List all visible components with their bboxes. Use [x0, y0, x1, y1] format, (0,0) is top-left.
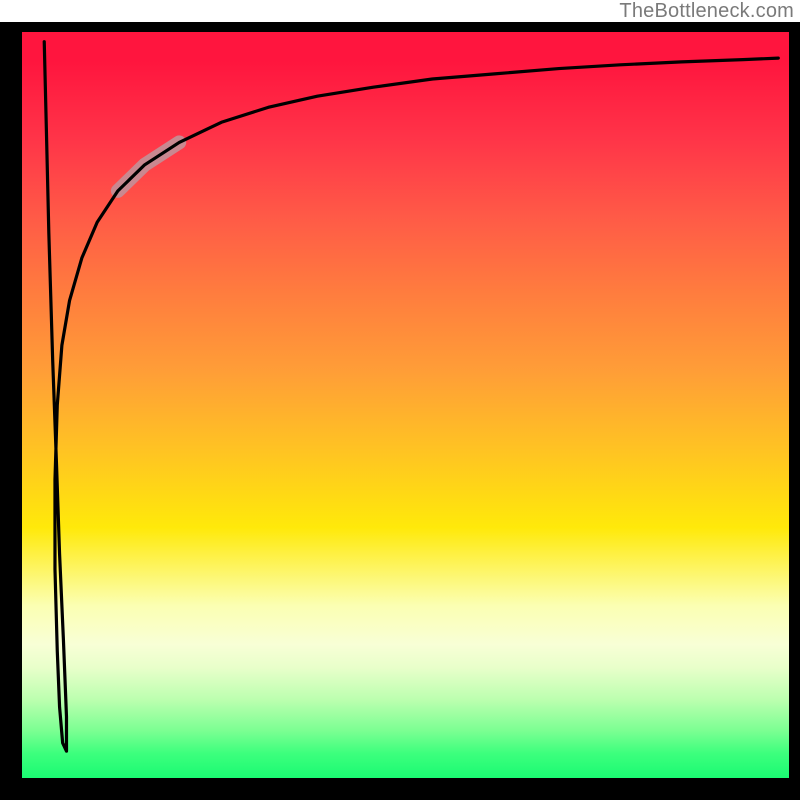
- bottleneck-curve: [44, 42, 778, 751]
- chart-container: TheBottleneck.com: [0, 0, 800, 800]
- curve-svg: [0, 22, 800, 800]
- attribution-label: TheBottleneck.com: [619, 0, 794, 23]
- plot-area: [0, 22, 800, 800]
